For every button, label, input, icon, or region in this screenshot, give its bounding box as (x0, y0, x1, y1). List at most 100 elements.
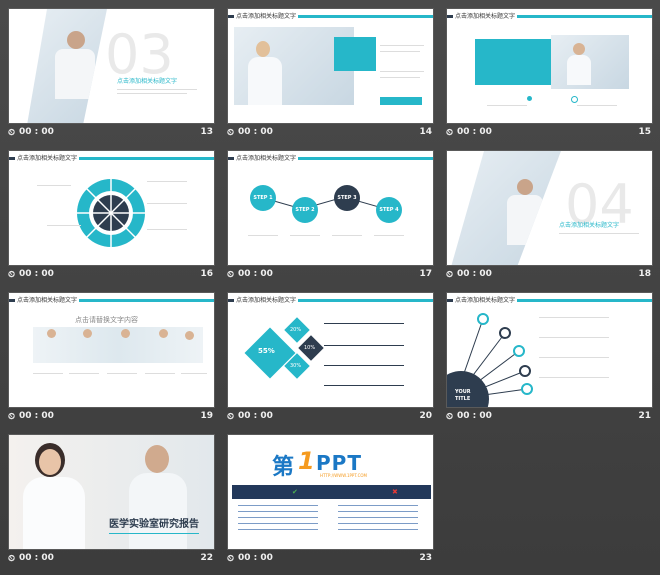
slide-thumbnail[interactable]: 点击添加相关标题文字 (446, 8, 653, 124)
clock-icon: ⏲ (8, 128, 16, 138)
step-2: STEP 2 (292, 197, 318, 223)
slide-meta: ⏲ 00 : 00 21 (446, 410, 653, 426)
slide-number: 14 (419, 127, 432, 137)
slide-heading: 点击添加相关标题文字 (453, 11, 518, 20)
slide-meta: ⏲ 00 : 00 15 (446, 126, 653, 142)
slide-duration: 00 : 00 (457, 411, 492, 421)
lab-photo (551, 35, 629, 89)
clock-icon: ⏲ (8, 412, 16, 422)
slide-21[interactable]: 点击添加相关标题文字 YOUR TITLE ⏲ 00: 00 21 (446, 292, 653, 426)
slide-thumbnail[interactable]: 点击添加相关标题文字 点击请替换文字内容 (8, 292, 215, 408)
slide-number: 19 (200, 411, 213, 421)
slide-duration: 00 : 00 (19, 553, 54, 563)
slide-15[interactable]: 点击添加相关标题文字 ⏲ 00 : 00 15 (446, 8, 653, 142)
logo-text: PPT (316, 451, 362, 475)
slide-duration: 00 : 00 (19, 269, 54, 279)
slide-22[interactable]: 医学实验室研究报告 ⏲ 00 : 00 22 (8, 434, 215, 568)
clock-icon: ⏲ (227, 128, 235, 138)
slide-duration: 00 : 00 (238, 269, 273, 279)
slide-number: 20 (419, 411, 432, 421)
slide-13[interactable]: 03 点击添加相关标题文字 ⏲ 00 : 00 13 (8, 8, 215, 142)
slide-number: 16 (200, 269, 213, 279)
pct-10: 10% (304, 345, 316, 351)
step-1: STEP 1 (250, 185, 276, 211)
team-photo (33, 327, 203, 363)
check-icon: ✔ (292, 488, 298, 496)
clock-icon: ⏲ (446, 270, 454, 280)
slide-heading: 点击添加相关标题文字 (453, 295, 518, 304)
slide-heading: 点击添加相关标题文字 (234, 295, 299, 304)
slide-thumbnail[interactable]: 04 点击添加相关标题文字 (446, 150, 653, 266)
your-label: YOUR (455, 389, 471, 395)
slide-heading: 点击添加相关标题文字 (234, 11, 299, 20)
section-number: 03 (105, 23, 174, 86)
slide-thumbnail[interactable]: 点击添加相关标题文字 (8, 150, 215, 266)
slide-meta: ⏲ 00 : 00 19 (8, 410, 215, 426)
slide-17[interactable]: 点击添加相关标题文字 STEP 1 STEP 2 STEP 3 STEP 4 ⏲… (227, 150, 434, 284)
radial-diagram (75, 177, 147, 249)
slide-meta: ⏲ 00 : 00 17 (227, 268, 434, 284)
clock-icon: ⏲ (8, 270, 16, 280)
pct-55: 55% (258, 347, 275, 355)
slide-heading: 点击添加相关标题文字 (234, 153, 299, 162)
camera-icon (527, 96, 532, 101)
slide-number: 22 (200, 553, 213, 563)
step-4: STEP 4 (376, 197, 402, 223)
cover-title: 医学实验室研究报告 (109, 519, 199, 530)
slide-duration: 00 : 00 (19, 127, 54, 137)
doctor-photo (451, 151, 561, 265)
slide-thumbnail[interactable]: 点击添加相关标题文字 YOUR TITLE (446, 292, 653, 408)
step-3: STEP 3 (334, 185, 360, 211)
slide-meta: ⏲ 00 : 00 13 (8, 126, 215, 142)
slide-duration: 00 : 00 (457, 127, 492, 137)
slide-thumbnail[interactable]: 03 点击添加相关标题文字 (8, 8, 215, 124)
slide-thumbnail[interactable]: 点击添加相关标题文字 STEP 1 STEP 2 STEP 3 STEP 4 (227, 150, 434, 266)
slide-meta: ⏲ 00 : 00 16 (8, 268, 215, 284)
slide-heading: 点击添加相关标题文字 (15, 295, 80, 304)
cross-icon: ✖ (392, 488, 398, 496)
logo-site: HTTP://WWW.1PPT.COM (320, 473, 367, 478)
slide-duration: 00 : 00 (238, 553, 273, 563)
slide-duration: 00 : 00 (238, 127, 273, 137)
slide-meta: ⏲ 00 : 00 14 (227, 126, 434, 142)
clock-icon: ⏲ (227, 270, 235, 280)
pct-30: 30% (290, 363, 302, 369)
clock-icon: ⏲ (446, 128, 454, 138)
slide-number: 15 (638, 127, 651, 137)
slide-subtitle: 点击请替换文字内容 (75, 316, 138, 324)
logo-char: 第 (272, 455, 295, 480)
slide-19[interactable]: 点击添加相关标题文字 点击请替换文字内容 ⏲ 00 : 00 19 (8, 292, 215, 426)
slide-duration: 00 : 00 (19, 411, 54, 421)
slide-number: 23 (419, 553, 432, 563)
slide-thumbnail[interactable]: 第 1 PPT HTTP://WWW.1PPT.COM ✔ ✖ (227, 434, 434, 550)
slide-meta: ⏲ 00 : 00 20 (227, 410, 434, 426)
clock-icon: ⏲ (446, 412, 454, 422)
doctor-photo (27, 9, 107, 123)
slide-heading: 点击添加相关标题文字 (559, 222, 620, 229)
slide-23[interactable]: 第 1 PPT HTTP://WWW.1PPT.COM ✔ ✖ ⏲ 00 : 0… (227, 434, 434, 568)
slide-20[interactable]: 点击添加相关标题文字 55% 20% 10% 30% ⏲ 00 : 00 20 (227, 292, 434, 426)
slide-18[interactable]: 04 点击添加相关标题文字 ⏲ 00 : 00 18 (446, 150, 653, 284)
pct-20: 20% (290, 327, 302, 333)
slide-number: 13 (200, 127, 213, 137)
slide-heading: 点击添加相关标题文字 (15, 153, 80, 162)
slide-number: 21 (638, 411, 651, 421)
clock-icon: ⏲ (227, 412, 235, 422)
slide-meta: ⏲ 00 : 00 22 (8, 552, 215, 568)
slide-meta: ⏲ 00 : 00 23 (227, 552, 434, 568)
title-label: TITLE (455, 396, 471, 402)
slide-duration: 00 : 00 (238, 411, 273, 421)
slide-duration: 00 : 00 (457, 269, 492, 279)
slide-thumbnail[interactable]: 医学实验室研究报告 (8, 434, 215, 550)
slide-thumbnail[interactable]: 点击添加相关标题文字 55% 20% 10% 30% (227, 292, 434, 408)
slide-14[interactable]: 点击添加相关标题文字 ⏲ 00 : 00 14 (227, 8, 434, 142)
clock-icon: ⏲ (227, 554, 235, 564)
clock-icon: ⏲ (8, 554, 16, 564)
search-icon (571, 96, 578, 103)
slide-number: 18 (638, 269, 651, 279)
slide-thumbnail[interactable]: 点击添加相关标题文字 (227, 8, 434, 124)
info-bar (232, 485, 431, 499)
slide-16[interactable]: 点击添加相关标题文字 ⏲ 00 : 00 16 (8, 150, 215, 284)
slide-heading: 点击添加相关标题文字 (117, 78, 178, 85)
logo-number: 1 (298, 447, 315, 475)
